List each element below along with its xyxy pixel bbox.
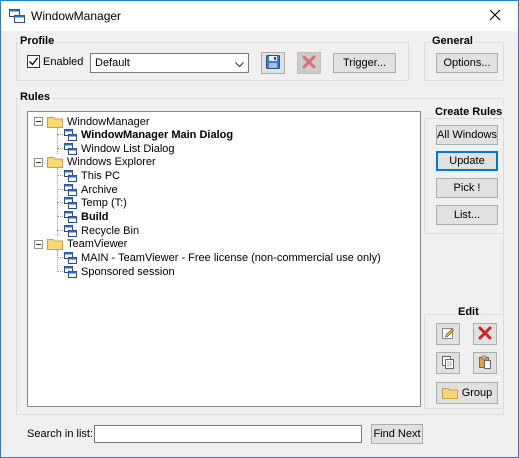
tree-item-label: Window List Dialog (81, 143, 175, 155)
window-rule-icon (64, 184, 77, 196)
chevron-down-icon (235, 59, 244, 71)
profile-group-label: Profile (18, 35, 57, 47)
tree-line (57, 230, 63, 231)
window-rule-icon (64, 225, 77, 237)
tree-item-label: Archive (81, 184, 118, 196)
folder-icon (441, 387, 458, 399)
window-rule-icon (64, 211, 77, 223)
create-rules-group-label: Create Rules (433, 106, 505, 118)
tree-line (57, 175, 63, 176)
pick-button[interactable]: Pick ! (436, 178, 498, 198)
tree-line (57, 134, 63, 135)
folder-icon (47, 238, 63, 250)
red-x-icon (302, 55, 316, 72)
tree-item-label: Temp (T:) (81, 197, 127, 209)
collapse-toggle[interactable] (34, 117, 43, 126)
title-bar: WindowManager (1, 1, 518, 31)
tree-line (57, 257, 63, 258)
delete-profile-button[interactable] (297, 52, 321, 74)
search-label: Search in list: (27, 428, 94, 440)
tree-item-windowmanager-main-dialog[interactable]: WindowManager Main Dialog (64, 128, 233, 142)
list-button[interactable]: List... (436, 205, 498, 225)
folder-icon (47, 156, 63, 168)
tree-item-temp[interactable]: Temp (T:) (64, 196, 127, 210)
floppy-disk-icon (265, 54, 281, 73)
tree-line (57, 148, 63, 149)
paste-rule-button[interactable] (473, 352, 497, 374)
general-group-label: General (430, 35, 475, 47)
update-button[interactable]: Update (436, 151, 498, 171)
close-icon (489, 9, 501, 24)
folder-icon (47, 116, 63, 128)
tree-item-label: Sponsored session (81, 266, 175, 278)
rules-tree[interactable]: WindowManager WindowManager Main Dialog … (27, 111, 421, 407)
tree-item-teamviewer-main[interactable]: MAIN - TeamViewer - Free license (non-co… (64, 251, 381, 265)
tree-item-label: This PC (81, 170, 121, 182)
collapse-toggle[interactable] (34, 158, 43, 167)
tree-item-label: MAIN - TeamViewer - Free license (non-co… (81, 252, 381, 264)
tree-item-label: WindowManager Main Dialog (81, 129, 234, 141)
window-rule-icon (64, 143, 77, 155)
delete-rule-button[interactable] (473, 323, 497, 345)
window-rule-icon (64, 252, 77, 264)
tree-folder-teamviewer[interactable]: TeamViewer (47, 237, 127, 251)
red-x-icon (478, 326, 492, 343)
tree-item-label: Build (81, 211, 109, 223)
window-rule-icon (64, 170, 77, 182)
tree-item-window-list-dialog[interactable]: Window List Dialog (64, 142, 175, 156)
window-manager-dialog: WindowManager Profile Enabled Default Tr… (0, 0, 519, 458)
tree-item-archive[interactable]: Archive (64, 183, 118, 197)
group-button-label: Group (461, 387, 493, 399)
tree-folder-windowmanager[interactable]: WindowManager (47, 115, 150, 129)
tree-folder-windows-explorer[interactable]: Windows Explorer (47, 155, 156, 169)
profile-select[interactable]: Default (90, 53, 249, 73)
all-windows-button[interactable]: All Windows (436, 125, 498, 145)
tree-line (57, 216, 63, 217)
tree-line (57, 128, 58, 154)
tree-line (57, 202, 63, 203)
tree-item-label: TeamViewer (67, 238, 128, 250)
search-input[interactable] (94, 425, 362, 443)
save-profile-button[interactable] (261, 52, 285, 74)
tree-item-build[interactable]: Build (64, 210, 109, 224)
tree-item-sponsored-session[interactable]: Sponsored session (64, 265, 175, 279)
tree-line (57, 250, 58, 272)
checkbox-box[interactable] (27, 55, 40, 68)
copy-icon (441, 355, 455, 372)
trigger-button[interactable]: Trigger... (333, 53, 396, 73)
paste-icon (478, 355, 492, 372)
close-button[interactable] (472, 1, 518, 31)
enabled-checkbox[interactable]: Enabled (27, 55, 83, 68)
tree-item-label: WindowManager (67, 116, 150, 128)
find-next-button[interactable]: Find Next (371, 424, 423, 444)
tree-item-label: Windows Explorer (67, 156, 156, 168)
window-rule-icon (64, 266, 77, 278)
group-button[interactable]: Group (436, 382, 498, 404)
window-rule-icon (64, 197, 77, 209)
windows-icon (9, 9, 25, 23)
tree-item-recycle-bin[interactable]: Recycle Bin (64, 224, 139, 238)
profile-select-value: Default (95, 57, 130, 69)
tree-item-label: Recycle Bin (81, 225, 140, 237)
window-title: WindowManager (31, 9, 122, 23)
collapse-toggle[interactable] (34, 240, 43, 249)
options-button[interactable]: Options... (436, 53, 498, 73)
copy-rule-button[interactable] (436, 352, 460, 374)
tree-item-this-pc[interactable]: This PC (64, 169, 120, 183)
edit-group-label: Edit (456, 306, 481, 318)
rules-group-label: Rules (18, 91, 52, 103)
enabled-label: Enabled (43, 55, 84, 68)
pencil-icon (441, 326, 455, 343)
tree-line (57, 189, 63, 190)
window-rule-icon (64, 129, 77, 141)
tree-line (57, 271, 63, 272)
edit-rule-button[interactable] (436, 323, 460, 345)
